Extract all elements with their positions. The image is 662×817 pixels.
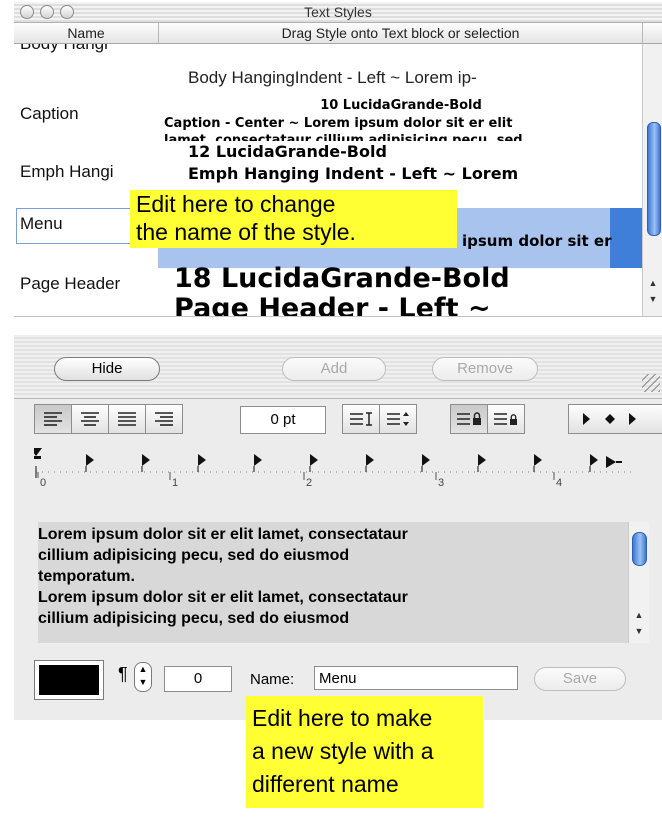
style-name-emph-hanging[interactable]: Emph Hangi bbox=[20, 162, 114, 182]
lock-icon bbox=[457, 412, 481, 425]
scroll-down-icon[interactable]: ▼ bbox=[645, 292, 661, 306]
color-swatch bbox=[39, 665, 99, 695]
title-bar[interactable]: Text Styles bbox=[14, 2, 662, 23]
remove-button[interactable]: Remove bbox=[432, 357, 538, 381]
hide-button[interactable]: Hide bbox=[54, 357, 160, 381]
align-center-button[interactable] bbox=[71, 404, 109, 434]
text-scroll-up-icon[interactable]: ▲ bbox=[631, 608, 647, 622]
indent-field[interactable]: 0 bbox=[164, 666, 232, 692]
table-scrollbar[interactable]: ▲ ▼ bbox=[642, 44, 662, 316]
save-button[interactable]: Save bbox=[534, 667, 626, 691]
preview-menu[interactable]: ipsum dolor sit er bbox=[462, 232, 612, 250]
preview-page-header-font[interactable]: 18 LucidaGrande-Bold bbox=[174, 264, 642, 294]
preview-emph-font[interactable]: 12 LucidaGrande-Bold bbox=[188, 142, 642, 161]
ruler-tabs-icon[interactable] bbox=[30, 442, 642, 482]
paragraph-spacing-button[interactable] bbox=[379, 404, 417, 434]
align-justify-button[interactable] bbox=[108, 404, 146, 434]
resize-grip-icon[interactable] bbox=[642, 374, 660, 392]
ruler-number-0: 0 bbox=[40, 477, 47, 489]
sample-text-view[interactable]: Lorem ipsum dolor sit er elit lamet, con… bbox=[38, 522, 628, 643]
table-footer bbox=[14, 316, 662, 335]
align-left-button[interactable] bbox=[34, 404, 72, 434]
text-scroll-down-icon[interactable]: ▼ bbox=[631, 624, 647, 638]
line-spacing-icon bbox=[350, 412, 372, 426]
scroll-thumb[interactable] bbox=[647, 122, 661, 236]
lock-small-icon bbox=[494, 413, 517, 425]
ruler-number-1: 1 bbox=[172, 477, 179, 489]
style-name-caption[interactable]: Caption bbox=[20, 104, 79, 124]
indent-stepper[interactable]: ▲ ▼ bbox=[134, 662, 152, 692]
tab-style-button[interactable] bbox=[568, 404, 662, 434]
preview-caption-line2[interactable]: lamet, consectataur cillium adipisicing … bbox=[164, 132, 642, 141]
add-button[interactable]: Add bbox=[282, 357, 386, 381]
tab-markers-icon bbox=[583, 413, 636, 425]
paragraph-spacing-icon bbox=[387, 412, 409, 426]
column-header-corner bbox=[642, 23, 662, 44]
text-styles-window: Text Styles Name Drag Style onto Text bl… bbox=[14, 2, 662, 720]
spacing-field[interactable]: 0 pt bbox=[240, 406, 326, 434]
style-name-menu[interactable]: Menu bbox=[20, 214, 63, 234]
callout-new-style: Edit here to make a new style with a dif… bbox=[246, 696, 483, 808]
column-header-name[interactable]: Name bbox=[14, 23, 159, 44]
pilcrow-icon: ¶ bbox=[118, 664, 128, 684]
callout-rename-line: Edit here to change bbox=[136, 191, 336, 217]
sample-line: Lorem ipsum dolor sit er elit lamet, con… bbox=[38, 589, 408, 606]
line-spacing-button[interactable] bbox=[342, 404, 380, 434]
align-justify-icon bbox=[118, 412, 136, 426]
preview-page-header-line1[interactable]: Page Header - Left ~ bbox=[174, 294, 642, 316]
selected-row-edge bbox=[610, 208, 642, 268]
preview-body-hanging[interactable]: Body HangingIndent - Left ~ Lorem ip- bbox=[188, 68, 642, 88]
align-left-icon bbox=[44, 412, 62, 426]
style-name-page-header[interactable]: Page Header bbox=[20, 274, 120, 294]
lock-height-button[interactable] bbox=[487, 404, 525, 434]
sample-line: temporatum. bbox=[38, 568, 135, 585]
column-header-preview[interactable]: Drag Style onto Text block or selection bbox=[159, 23, 642, 44]
callout-new-style-line: a new style with a bbox=[252, 738, 434, 764]
text-view-scrollbar[interactable]: ▲ ▼ bbox=[628, 522, 649, 643]
sample-line: cillium adipisicing pecu, sed do eiusmod bbox=[38, 547, 350, 564]
color-well[interactable] bbox=[34, 660, 104, 700]
callout-rename: Edit here to change the name of the styl… bbox=[130, 190, 457, 248]
ruler-number-4: 4 bbox=[556, 477, 563, 489]
preview-caption-font[interactable]: 10 LucidaGrande-Bold bbox=[160, 98, 642, 113]
window-title: Text Styles bbox=[304, 4, 372, 20]
callout-new-style-line: Edit here to make bbox=[252, 705, 433, 731]
align-right-button[interactable] bbox=[145, 404, 183, 434]
name-label: Name: bbox=[250, 671, 295, 688]
style-name-field[interactable]: Menu bbox=[314, 666, 518, 690]
text-scroll-thumb[interactable] bbox=[632, 532, 647, 566]
ruler-number-2: 2 bbox=[306, 477, 313, 489]
ruler-number-3: 3 bbox=[438, 477, 445, 489]
lock-width-button[interactable] bbox=[450, 404, 488, 434]
preview-emph-line1[interactable]: Emph Hanging Indent - Left ~ Lorem bbox=[188, 164, 642, 183]
callout-new-style-line: different name bbox=[252, 771, 399, 797]
align-right-icon bbox=[155, 412, 173, 426]
sample-line: Lorem ipsum dolor sit er elit lamet, con… bbox=[38, 526, 408, 543]
ruler[interactable] bbox=[30, 442, 642, 482]
sample-line: cillium adipisicing pecu, sed do eiusmod bbox=[38, 610, 350, 627]
preview-caption-line1[interactable]: Caption - Center ~ Lorem ipsum dolor sit… bbox=[164, 116, 642, 131]
align-center-icon bbox=[81, 412, 99, 426]
callout-rename-line: the name of the style. bbox=[136, 219, 356, 245]
style-name-body-hanging[interactable]: Body Hangi bbox=[20, 44, 108, 54]
styles-table[interactable]: Body Hangi Body HangingIndent - Left ~ L… bbox=[14, 44, 642, 316]
scroll-up-icon[interactable]: ▲ bbox=[645, 276, 661, 290]
